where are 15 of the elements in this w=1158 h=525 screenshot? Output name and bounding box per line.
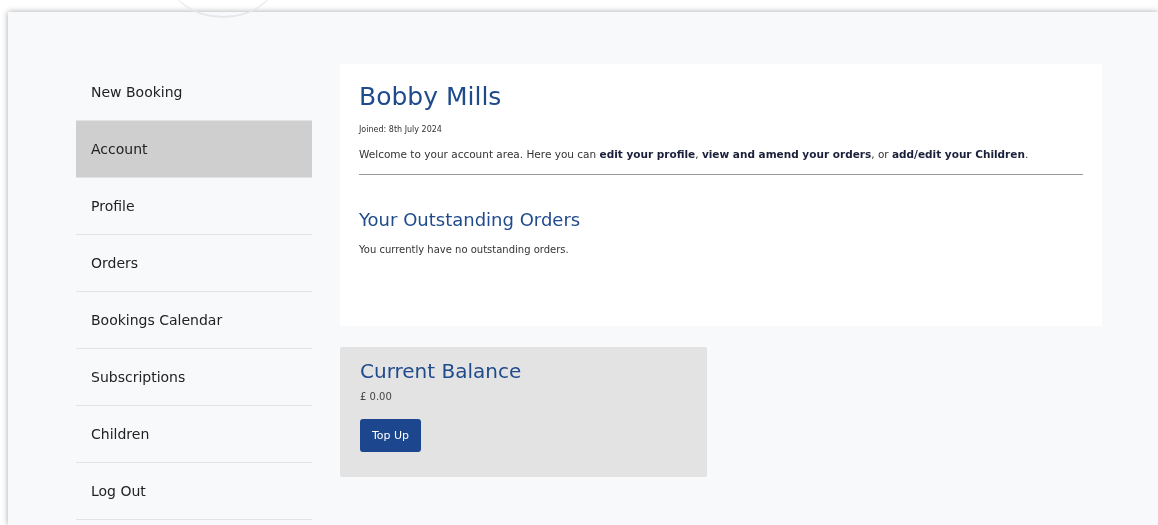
orders-message: You currently have no outstanding orders. — [359, 244, 570, 255]
sidebar-item[interactable]: Bookings Calendar — [76, 292, 312, 349]
account-name: Bobby Mills — [359, 82, 503, 111]
sidebar-item[interactable]: Log Out — [76, 463, 312, 520]
sidebar-item[interactable]: Subscriptions — [76, 349, 312, 406]
orders-heading: Your Outstanding Orders — [359, 209, 582, 230]
sidebar-item[interactable]: Account — [76, 121, 312, 178]
sidebar-item[interactable]: Children — [76, 406, 312, 463]
sidebar-item[interactable]: Profile — [76, 178, 312, 235]
balance-amount: £ 0.00 — [360, 391, 393, 402]
balance-heading: Current Balance — [360, 359, 523, 383]
welcome-text: Welcome to your account area. Here you can edit your profile, view and amend your orders, or add/edit your Children. — [359, 148, 1030, 160]
top-up-button[interactable]: Top Up — [360, 419, 422, 452]
sidebar-item[interactable]: Orders — [76, 235, 312, 292]
joined-date: Joined: 8th July 2024 — [359, 125, 443, 134]
